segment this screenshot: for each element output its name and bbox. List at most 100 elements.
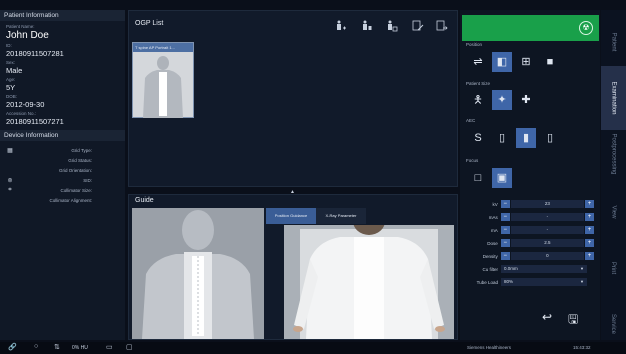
device-label: Grid Status: <box>68 157 92 163</box>
thumbnail-body-image <box>143 56 183 118</box>
examination-panel: ☢ Position ⇌ ◧ ⊞ ■ Patient Size 🯅 ✦ ✚ AE… <box>460 10 600 340</box>
position-guide-image <box>132 208 264 339</box>
ogp-list-title: OGP List <box>135 20 164 27</box>
position-table-icon[interactable]: ⊞ <box>516 52 536 72</box>
tab-examination[interactable]: Examination <box>601 66 626 130</box>
ready-status-bar[interactable]: ☢ <box>462 15 599 41</box>
device-row-collimator-alignment: Collimator Alignment: <box>0 195 125 205</box>
decrease-button[interactable]: − <box>500 252 510 260</box>
param-value[interactable]: 23 <box>510 200 585 208</box>
param-label: Dose <box>487 240 498 246</box>
increase-button[interactable]: + <box>585 200 594 208</box>
chevron-down-icon: ▼ <box>580 279 584 284</box>
param-ma: mA − - + <box>468 225 594 235</box>
tab-print[interactable]: Print <box>601 236 626 300</box>
param-kv: kV − 23 + <box>468 199 594 209</box>
size-medium-icon[interactable]: ✦ <box>492 90 512 110</box>
status-time: 15:43:32 <box>573 345 591 350</box>
patient-dob: 2012-09-30 <box>6 100 45 109</box>
param-value[interactable]: 2.5 <box>510 239 585 247</box>
ogp-thumbnail[interactable]: T spine AP Portrait 1... <box>132 42 194 118</box>
aec-off-icon[interactable]: S <box>468 128 488 148</box>
param-label: mAs <box>488 214 498 220</box>
edit-view-icon[interactable] <box>411 20 425 34</box>
param-value[interactable]: 0 <box>510 252 585 260</box>
increase-button[interactable]: + <box>585 226 594 234</box>
param-value[interactable]: - <box>510 226 585 234</box>
power-icon[interactable]: ○ <box>34 343 38 350</box>
aec-right-chamber-icon[interactable]: ▯ <box>540 128 560 148</box>
patient-info-title: Patient Information <box>0 10 125 21</box>
focus-small-icon[interactable]: ▣ <box>492 168 512 188</box>
status-user: Siemens Healthineers <box>467 345 512 350</box>
chevron-down-icon: ▼ <box>580 266 584 271</box>
exit-view-icon[interactable] <box>435 20 449 34</box>
patient-age: 5Y <box>6 83 16 92</box>
increase-button[interactable]: + <box>585 239 594 247</box>
copy-view-icon[interactable] <box>385 20 399 34</box>
tab-position-guidance[interactable]: Position Guidance <box>266 208 316 224</box>
message-icon[interactable]: ▢ <box>126 343 133 351</box>
aec-center-chamber-icon[interactable]: ▮ <box>516 128 536 148</box>
detector-icon[interactable]: ▭ <box>106 343 113 351</box>
decrease-button[interactable]: − <box>500 239 510 247</box>
position-supine-icon[interactable]: ⇌ <box>468 52 488 72</box>
heat-units-status: 0% HU <box>72 345 88 351</box>
device-row-collimator-size: ⌗ Collimator Size: <box>0 185 125 195</box>
param-label: Density <box>482 253 498 259</box>
exposure-ready-icon: ☢ <box>579 21 593 35</box>
patient-sex: Male <box>6 66 23 75</box>
cu-filter-label: Cu filter <box>482 266 498 272</box>
tab-patient[interactable]: Patient <box>601 10 626 74</box>
link-icon[interactable]: 🔗 <box>8 343 17 351</box>
size-large-icon[interactable]: ✚ <box>516 90 536 110</box>
param-mas: mAs − - + <box>468 212 594 222</box>
collimator-icon: ⌗ <box>8 186 12 193</box>
side-tabs: Patient Examination Postprocessing View … <box>601 10 626 340</box>
add-view-icon[interactable] <box>333 20 347 34</box>
device-row-grid-orientation: Grid Orientation: <box>0 165 125 175</box>
cu-filter-row: Cu filter 0.0mm ▼ <box>468 264 594 274</box>
device-info-title: Device Information <box>0 130 125 141</box>
tube-load-select[interactable]: 80% ▼ <box>501 278 587 286</box>
device-row-grid-type: ▦ Grid Type: <box>0 145 125 155</box>
size-small-icon[interactable]: 🯅 <box>468 90 488 110</box>
cu-filter-select[interactable]: 0.0mm ▼ <box>501 265 587 273</box>
tab-view[interactable]: View <box>601 180 626 244</box>
delete-view-icon[interactable] <box>359 20 373 34</box>
guide-tabs: Position Guidance X-Ray Parameter <box>266 208 366 224</box>
device-label: Collimator Size: <box>60 187 92 193</box>
device-row-sid: ⊚ SID: <box>0 175 125 185</box>
network-icon[interactable]: ⇅ <box>54 343 60 351</box>
device-label: Grid Orientation: <box>58 167 92 173</box>
tab-postprocessing[interactable]: Postprocessing <box>601 122 626 186</box>
save-icon[interactable]: 🖫 <box>568 310 578 331</box>
status-bar: 🔗 ○ ⇅ 0% HU ▭ ▢ Siemens Healthineers 15:… <box>0 342 626 354</box>
tab-xray-parameter[interactable]: X-Ray Parameter <box>316 208 366 224</box>
decrease-button[interactable]: − <box>500 200 510 208</box>
tube-load-label: Tube Load <box>476 279 498 285</box>
param-density: Density − 0 + <box>468 251 594 261</box>
increase-button[interactable]: + <box>585 213 594 221</box>
patient-photo-image <box>284 225 454 339</box>
aec-left-chamber-icon[interactable]: ▯ <box>492 128 512 148</box>
tube-load-row: Tube Load 80% ▼ <box>468 277 594 287</box>
patient-id: 20180911507281 <box>6 49 64 58</box>
param-dose: Dose − 2.5 + <box>468 238 594 248</box>
patient-size-label: Patient Size <box>466 81 491 86</box>
decrease-button[interactable]: − <box>500 226 510 234</box>
position-free-icon[interactable]: ■ <box>540 52 560 72</box>
focus-label: Focus <box>466 158 479 163</box>
undo-icon[interactable]: ↩ <box>542 310 552 324</box>
device-label: SID: <box>83 177 92 183</box>
param-label: kV <box>492 201 498 207</box>
position-standing-icon[interactable]: ◧ <box>492 52 512 72</box>
accession-number: 20180911507271 <box>6 117 64 126</box>
param-value[interactable]: - <box>510 213 585 221</box>
guide-title: Guide <box>135 197 154 204</box>
decrease-button[interactable]: − <box>500 213 510 221</box>
patient-panel: Patient Information Patient Name: John D… <box>0 10 125 340</box>
focus-large-icon[interactable]: □ <box>468 168 488 188</box>
increase-button[interactable]: + <box>585 252 594 260</box>
device-label: Grid Type: <box>71 147 92 153</box>
